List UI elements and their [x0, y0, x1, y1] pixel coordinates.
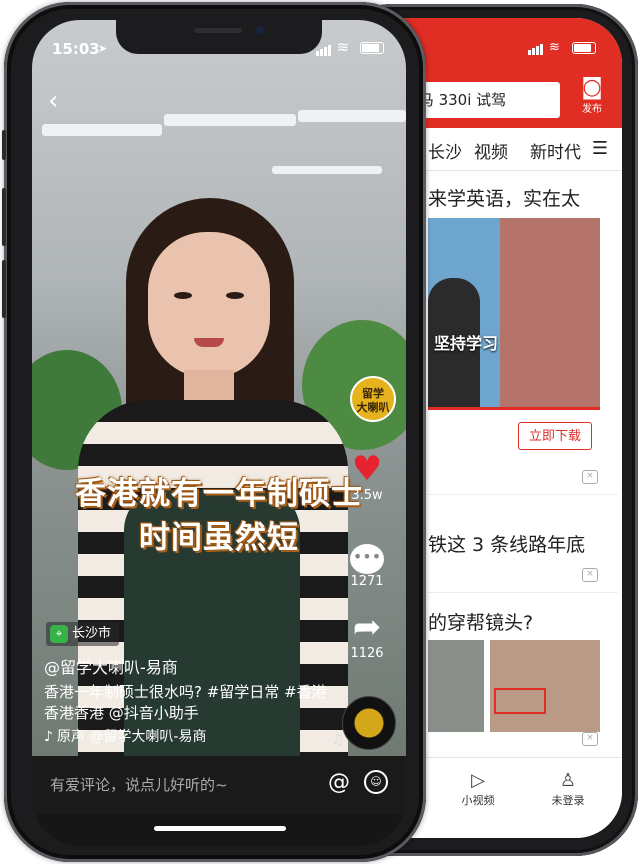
tab-video[interactable]: 视频 — [474, 138, 508, 163]
comment-input[interactable]: 有爱评论，说点儿好听的~ — [50, 774, 228, 795]
author-name[interactable]: @留学大喇叭-易商 — [44, 654, 178, 678]
comment-count: 1271 — [350, 574, 384, 589]
camera-icon: ◙ — [581, 75, 603, 100]
article-thumbnail[interactable]: 坚持学习 — [428, 218, 600, 410]
tab-changsha[interactable]: 长沙 — [428, 138, 462, 163]
divider — [428, 592, 618, 593]
share-icon: ➦ — [352, 607, 382, 647]
location-arrow-icon: ➤ — [98, 42, 108, 55]
location-label: 长沙市 — [72, 626, 112, 641]
battery-icon — [360, 41, 384, 54]
tab-short-video[interactable]: ▷ 小视频 — [448, 770, 508, 808]
video-caption: 香港一年制硕士很水吗? #留学日常 #香港香港香港 @抖音小助手 — [44, 683, 327, 722]
share-button[interactable]: ➦ 1126 — [342, 608, 392, 661]
article-title[interactable]: 来学英语，实在太 — [428, 184, 580, 211]
tab-new-era[interactable]: 新时代 — [530, 138, 581, 163]
comment-button[interactable]: ••• 1271 — [342, 532, 392, 589]
battery-icon — [572, 41, 596, 54]
tab-login[interactable]: ♙ 未登录 — [538, 770, 598, 808]
thumbnail-caption: 坚持学习 — [434, 334, 499, 353]
share-count: 1126 — [350, 646, 384, 661]
menu-icon[interactable]: ☰ — [592, 138, 608, 159]
wifi-icon: ≋ — [336, 38, 350, 56]
mention-icon[interactable]: @ — [328, 770, 350, 795]
creator-avatar[interactable]: 留学 大喇叭 — [350, 376, 396, 422]
heart-icon: ♥ — [351, 449, 383, 489]
location-tag[interactable]: ⌖ 长沙市 — [46, 622, 120, 646]
article-thumbnail[interactable] — [490, 640, 600, 732]
location-pin-icon: ⌖ — [50, 624, 68, 643]
close-icon[interactable]: × — [582, 568, 598, 582]
comment-icon: ••• — [350, 544, 384, 574]
comment-bar: 有爱评论，说点儿好听的~ @ ☺ — [32, 756, 406, 814]
download-button[interactable]: 立即下载 — [518, 422, 592, 450]
user-icon: ♙ — [559, 770, 577, 791]
close-icon[interactable]: × — [582, 470, 598, 484]
back-arrow-icon[interactable]: ‹ — [48, 88, 58, 114]
like-button[interactable]: ♥ 3.5w — [342, 450, 392, 503]
wifi-icon: ≋ — [548, 40, 561, 55]
back-status-bar: ≋ — [527, 40, 596, 55]
floating-notes-icon: ♫ — [331, 732, 344, 748]
article-thumbnail[interactable] — [428, 640, 484, 732]
publish-label: 发布 — [582, 104, 602, 115]
emoji-icon[interactable]: ☺ — [364, 770, 388, 794]
publish-button[interactable]: ◙ 发布 — [572, 75, 612, 116]
status-time: 15:03 — [52, 40, 100, 58]
music-info[interactable]: ♪ 原声 @留学大喇叭-易商 — [44, 726, 206, 746]
music-disc[interactable] — [342, 696, 396, 750]
close-icon[interactable]: × — [582, 732, 598, 746]
tab-label: 小视频 — [461, 794, 495, 807]
tab-label: 未登录 — [551, 794, 585, 807]
divider — [428, 494, 618, 495]
home-indicator[interactable] — [154, 826, 286, 831]
play-icon: ▷ — [471, 770, 485, 791]
article-title[interactable]: 的穿帮镜头? — [428, 608, 533, 635]
front-phone-screen: 香港就有一年制硕士 时间虽然短 15:03 ➤ ≋ ‹ 留学 大喇叭 ♥ 3.5… — [32, 20, 406, 846]
notch — [116, 20, 322, 54]
music-label: 原声 @留学大喇叭-易商 — [56, 729, 207, 745]
like-count: 3.5w — [351, 488, 383, 503]
article-title[interactable]: 铁这 3 条线路年底 — [428, 530, 585, 557]
music-note-icon: ♪ — [44, 729, 53, 745]
